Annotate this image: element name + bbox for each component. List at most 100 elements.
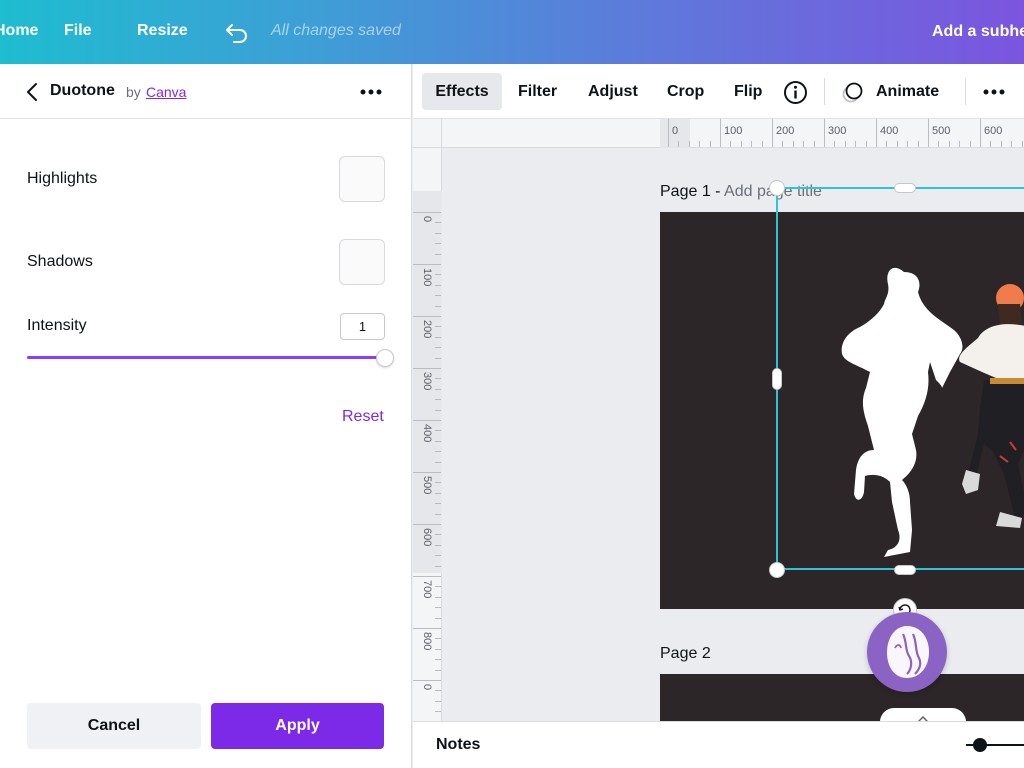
more-icon[interactable] <box>979 80 1009 104</box>
shadows-color-swatch[interactable] <box>339 239 385 285</box>
undo-icon[interactable] <box>224 20 250 44</box>
ruler-tick <box>435 409 441 411</box>
ruler-label: 500 <box>421 476 433 495</box>
ruler-tick <box>435 399 441 401</box>
ruler-tick <box>435 243 441 245</box>
ruler-tick <box>413 420 441 421</box>
ruler-tick <box>435 305 441 307</box>
more-options-icon[interactable] <box>356 80 386 104</box>
resize-handle-left[interactable] <box>773 369 781 389</box>
ruler-tick <box>435 253 441 255</box>
resize-handle-bottom[interactable] <box>895 566 915 574</box>
intensity-slider-thumb[interactable] <box>376 349 394 367</box>
ruler-tick <box>896 141 898 147</box>
tab-flip[interactable]: Flip <box>734 73 762 110</box>
ruler-tick <box>435 586 441 588</box>
ruler-label: 600 <box>421 528 433 547</box>
animate-icon[interactable] <box>841 79 867 105</box>
reset-button[interactable]: Reset <box>342 408 384 426</box>
ruler-label: 800 <box>421 632 433 651</box>
intensity-input[interactable]: 1 <box>340 313 385 340</box>
ruler-tick <box>834 141 836 147</box>
ruler-tick <box>1000 141 1002 147</box>
ruler-tick <box>938 141 940 147</box>
ruler-tick <box>855 141 857 147</box>
file-menu[interactable]: File <box>64 22 92 40</box>
ruler-tick <box>435 336 441 338</box>
ruler-tick <box>435 544 441 546</box>
author-prefix: by <box>126 84 141 100</box>
ruler-tick <box>413 316 441 317</box>
shadows-label: Shadows <box>27 253 93 270</box>
ruler-tick <box>980 119 981 147</box>
ruler-tick <box>1021 141 1023 147</box>
ruler-tick <box>907 141 909 147</box>
ruler-tick <box>435 482 441 484</box>
subheading-text-button[interactable]: Add a subheading <box>932 23 1024 41</box>
ruler-tick <box>435 492 441 494</box>
selection-box[interactable] <box>776 187 1024 570</box>
ruler-tick <box>413 472 441 473</box>
ruler-label: 100 <box>421 268 433 287</box>
ruler-tick <box>435 222 441 224</box>
ruler-tick <box>948 141 950 147</box>
ruler-tick <box>688 141 690 147</box>
ruler-label: 400 <box>421 424 433 443</box>
ruler-tick <box>435 430 441 432</box>
ruler-tick <box>413 368 441 369</box>
ruler-tick <box>435 347 441 349</box>
highlights-color-swatch[interactable] <box>339 156 385 202</box>
home-menu[interactable]: Home <box>0 22 38 40</box>
ruler-tick <box>435 357 441 359</box>
ruler-label: 0 <box>421 216 433 223</box>
resize-handle-bottom-left[interactable] <box>770 563 784 577</box>
ruler-label: 300 <box>828 125 847 137</box>
ruler-corner <box>413 119 442 148</box>
duotone-panel: Duotone by Canva Highlights Shadows Inte… <box>0 64 412 768</box>
ruler-tick <box>803 141 805 147</box>
ruler-tick <box>792 141 794 147</box>
ruler-tick <box>435 700 441 702</box>
ruler-tick <box>435 648 441 650</box>
tab-effects[interactable]: Effects <box>422 73 502 110</box>
ruler-tick <box>761 141 763 147</box>
ruler-tick <box>751 141 753 147</box>
notes-collapse-tab[interactable] <box>880 708 966 721</box>
ruler-label: 200 <box>421 320 433 339</box>
editor-canvas[interactable]: 0 100 200 300 400 500 600 0 100 200 300 400 500 600 7… <box>413 119 1024 721</box>
page-2-title[interactable]: Page 2 <box>660 645 711 663</box>
info-icon[interactable] <box>783 80 808 105</box>
cancel-button[interactable]: Cancel <box>27 703 201 749</box>
ruler-label: 700 <box>421 580 433 599</box>
ruler-tick <box>413 628 441 629</box>
ruler-label: 200 <box>776 125 795 137</box>
ruler-tick <box>435 534 441 536</box>
intensity-slider-track[interactable] <box>27 356 385 359</box>
ruler-tick <box>435 690 441 692</box>
ruler-tick <box>435 503 441 505</box>
ruler-tick <box>740 141 742 147</box>
tab-crop[interactable]: Crop <box>667 73 704 110</box>
ruler-label: 100 <box>724 125 743 137</box>
tab-adjust[interactable]: Adjust <box>588 73 638 110</box>
ruler-tick <box>886 141 888 147</box>
resize-handle-top[interactable] <box>895 184 915 192</box>
tab-filter[interactable]: Filter <box>518 73 557 110</box>
zoom-slider-thumb[interactable] <box>973 738 987 752</box>
panel-header: Duotone by Canva <box>0 64 412 119</box>
back-arrow-icon[interactable] <box>22 80 44 104</box>
page-2[interactable] <box>660 674 1024 721</box>
apply-button[interactable]: Apply <box>211 703 384 749</box>
ruler-tick <box>413 576 441 577</box>
assistant-face-button[interactable] <box>867 612 947 692</box>
resize-handle-top-left[interactable] <box>770 181 784 195</box>
page-1-prefix: Page 1 - <box>660 183 725 200</box>
author-link[interactable]: Canva <box>146 84 186 100</box>
image-toolbar: Effects Filter Adjust Crop Flip Animate <box>413 64 1024 119</box>
animate-button[interactable]: Animate <box>876 73 939 110</box>
ruler-tick <box>709 141 711 147</box>
ruler-tick <box>730 141 732 147</box>
resize-menu[interactable]: Resize <box>137 22 188 40</box>
save-status: All changes saved <box>271 22 401 39</box>
notes-button[interactable]: Notes <box>436 736 480 754</box>
